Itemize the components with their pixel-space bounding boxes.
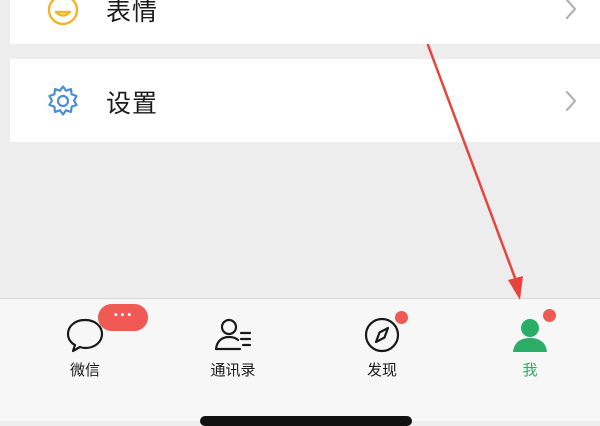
unread-badge: ···	[98, 304, 148, 331]
menu-item-label: 表情	[106, 0, 159, 26]
tab-discover[interactable]: 发现	[307, 299, 457, 399]
bottom-tab-bar: 微信 ··· 通讯录 发现 我	[0, 298, 600, 421]
tab-contacts[interactable]: 通讯录	[158, 299, 308, 399]
menu-item-label: 设置	[106, 89, 159, 118]
person-icon	[513, 319, 547, 352]
new-badge-dot	[395, 311, 408, 324]
chevron-right-icon	[565, 90, 577, 112]
menu-item-emoji[interactable]: 表情	[10, 0, 600, 44]
tab-label: 我	[522, 361, 538, 379]
chevron-right-icon	[565, 0, 577, 20]
home-indicator	[200, 416, 412, 426]
gear-icon	[48, 85, 78, 116]
tab-label: 发现	[366, 361, 397, 379]
tab-label: 微信	[69, 361, 100, 379]
contacts-icon	[214, 318, 252, 351]
tab-label: 通讯录	[210, 361, 256, 379]
tab-me[interactable]: 我	[455, 299, 600, 399]
emoji-icon	[47, 0, 79, 26]
menu-item-settings[interactable]: 设置	[10, 59, 600, 142]
new-badge-dot	[543, 309, 556, 322]
